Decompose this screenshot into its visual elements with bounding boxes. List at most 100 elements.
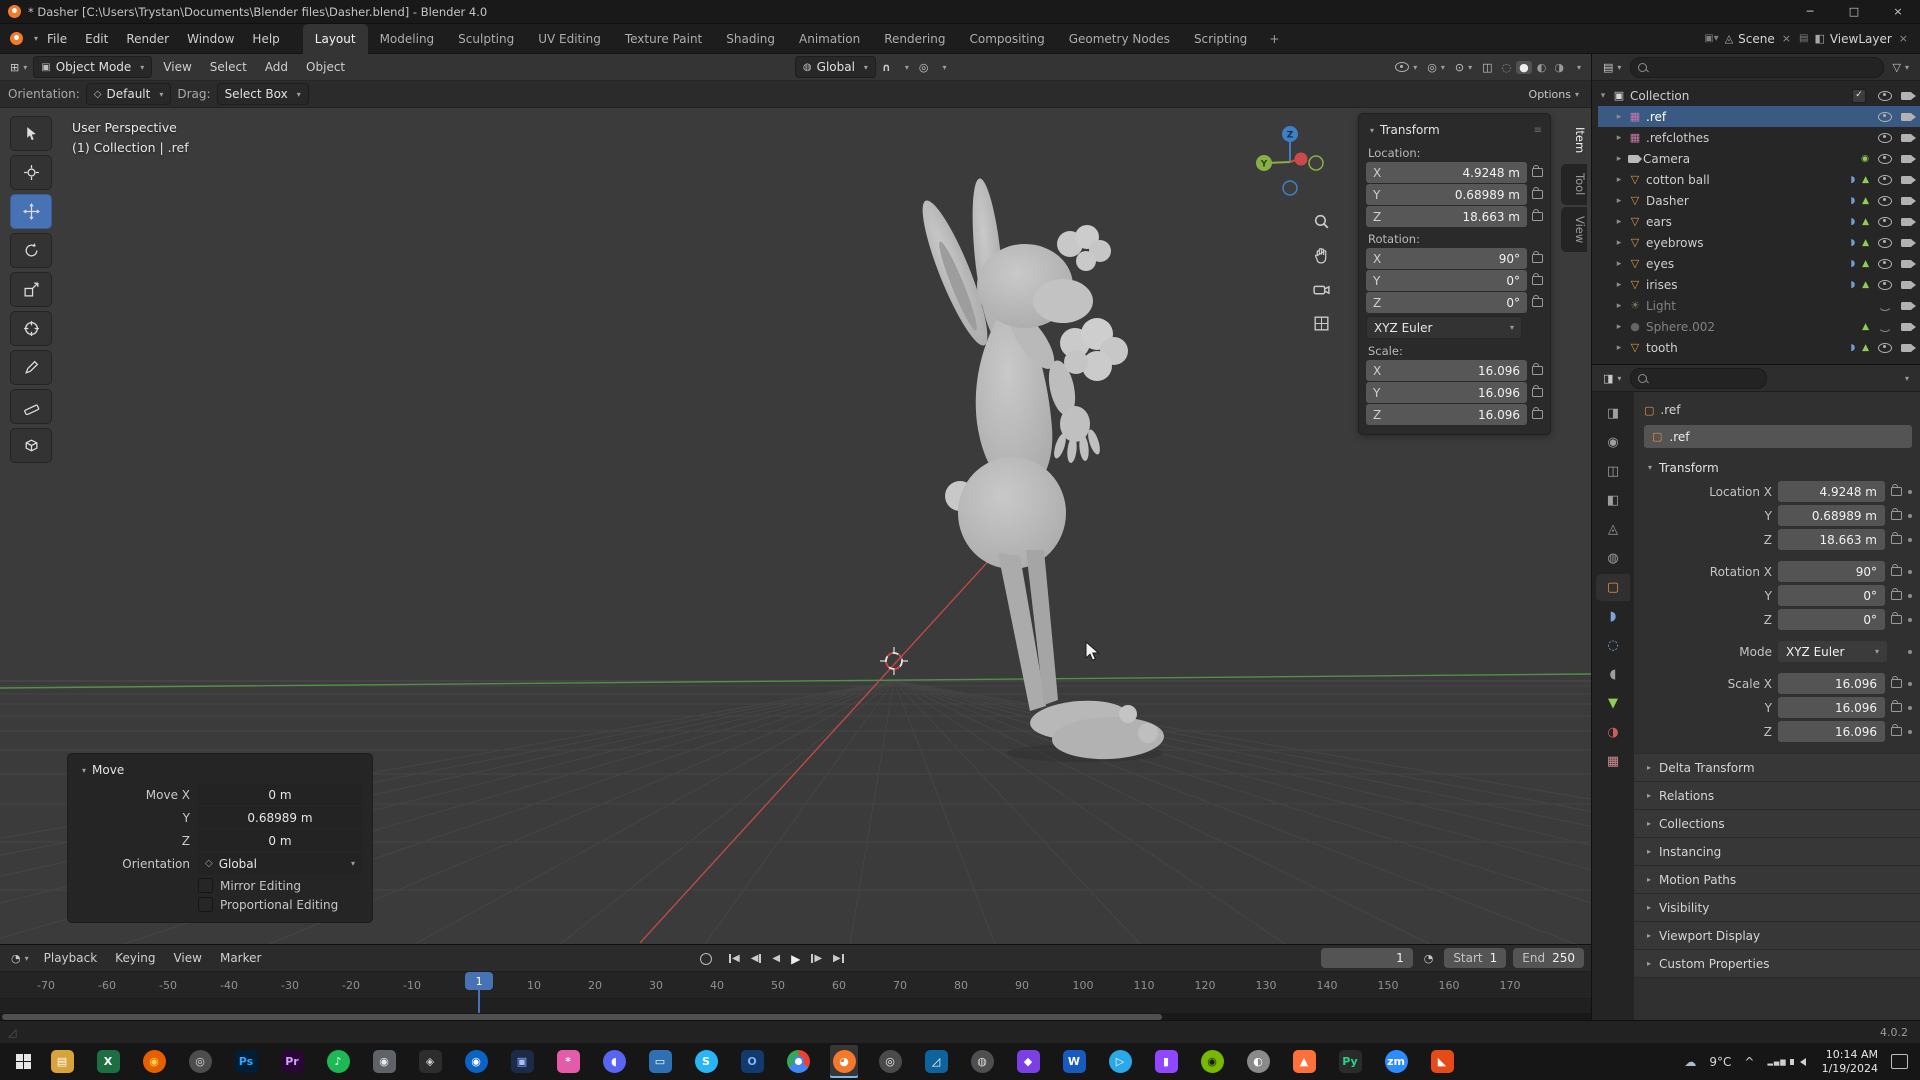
disable-render-toggle[interactable] xyxy=(1901,176,1912,184)
disable-render-toggle[interactable] xyxy=(1901,239,1912,247)
outliner-row-sphere-002[interactable]: ▸●Sphere.002▲ xyxy=(1598,316,1920,337)
annotate-tool[interactable] xyxy=(10,350,52,385)
field-scale-x[interactable]: X16.096 xyxy=(1366,360,1527,381)
disable-render-toggle[interactable] xyxy=(1901,197,1912,205)
mesh-data-icon[interactable]: ▲ xyxy=(1862,196,1869,206)
disclosure-icon[interactable]: ▸ xyxy=(1614,343,1624,353)
taskbar-app-outlook[interactable]: O xyxy=(738,1045,766,1078)
jump-to-end-button[interactable]: ▶ xyxy=(831,953,846,964)
modifier-icon[interactable]: ◗ xyxy=(1850,217,1855,227)
mesh-data-icon[interactable]: ▲ xyxy=(1862,175,1869,185)
timeline-menu-playback[interactable]: Playback xyxy=(35,943,107,973)
clock[interactable]: 10:14 AM 1/19/2024 xyxy=(1822,1048,1878,1076)
start-button[interactable] xyxy=(0,1043,46,1080)
measure-tool[interactable] xyxy=(10,389,52,424)
hide-viewport-toggle[interactable] xyxy=(1878,112,1892,122)
jump-to-start-button[interactable]: ◀ xyxy=(727,953,742,964)
workspace-tab-rendering[interactable]: Rendering xyxy=(872,24,957,54)
hide-viewport-toggle[interactable] xyxy=(1878,238,1892,248)
field-location-y[interactable]: Y0.68989 m xyxy=(1366,184,1527,205)
property-field-z[interactable]: 18.663 m xyxy=(1778,529,1885,550)
shading-dropdown[interactable]: ▾ xyxy=(1569,61,1585,74)
properties-tab-scene[interactable]: ◬ xyxy=(1596,516,1630,543)
section-delta-transform[interactable]: ▸Delta Transform xyxy=(1634,753,1920,782)
viewport-canvas[interactable]: User Perspective (1) Collection | .ref Z… xyxy=(0,108,1591,944)
sidebar-tab-item[interactable]: Item xyxy=(1561,118,1587,162)
operator-field-y[interactable]: 0.68989 m xyxy=(198,807,362,828)
taskbar-app-camera-app[interactable]: ◉ xyxy=(370,1045,398,1078)
playhead-frame-badge[interactable]: 1 xyxy=(465,972,493,990)
workspace-tab-geometry-nodes[interactable]: Geometry Nodes xyxy=(1057,24,1182,54)
animate-dot[interactable] xyxy=(1908,514,1912,518)
hide-viewport-toggle[interactable] xyxy=(1878,91,1892,101)
property-field-y[interactable]: 0.68989 m xyxy=(1778,505,1885,526)
filter-icon[interactable]: ▽▾ xyxy=(1889,59,1913,76)
outliner-search-input[interactable] xyxy=(1630,57,1883,78)
taskbar-app-excel[interactable]: X xyxy=(94,1045,122,1078)
outliner-row-irises[interactable]: ▸▽irises◗▲ xyxy=(1598,274,1920,295)
disable-render-toggle[interactable] xyxy=(1901,218,1912,226)
add-workspace-button[interactable]: + xyxy=(1259,24,1289,54)
workspace-tab-texture-paint[interactable]: Texture Paint xyxy=(613,24,714,54)
close-button[interactable]: × xyxy=(1876,0,1920,23)
property-field-scale-x[interactable]: 16.096 xyxy=(1778,673,1885,694)
outliner-row-ref[interactable]: ▸▦.ref xyxy=(1598,106,1920,127)
animate-dot[interactable] xyxy=(1908,706,1912,710)
animate-dot[interactable] xyxy=(1908,618,1912,622)
disclosure-icon[interactable]: ▸ xyxy=(1614,112,1624,122)
navigation-gizmo[interactable]: Z Y xyxy=(1250,118,1330,202)
properties-tab-physics[interactable]: ◌ xyxy=(1596,632,1630,659)
outliner-row-cotton-ball[interactable]: ▸▽cotton ball◗▲ xyxy=(1598,169,1920,190)
viewport-menu-view[interactable]: View xyxy=(154,52,200,82)
properties-tab-texture[interactable]: ▦ xyxy=(1596,748,1630,775)
end-frame-field[interactable]: End 250 xyxy=(1513,948,1584,968)
add-cube-tool[interactable] xyxy=(10,428,52,463)
weather-temp[interactable]: 9°C xyxy=(1709,1055,1731,1069)
field-scale-z[interactable]: Z16.096 xyxy=(1366,404,1527,425)
lock-icon[interactable] xyxy=(1891,591,1902,600)
gizmos-dropdown[interactable]: ◎▾ xyxy=(1423,59,1449,76)
field-scale-y[interactable]: Y16.096 xyxy=(1366,382,1527,403)
animate-dot[interactable] xyxy=(1908,682,1912,686)
browse-viewlayer-icon[interactable]: ▤ xyxy=(1799,33,1808,44)
menu-render[interactable]: Render xyxy=(117,32,178,46)
property-field-rotation-x[interactable]: 90° xyxy=(1778,561,1885,582)
mesh-data-icon[interactable]: ▲ xyxy=(1862,343,1869,353)
properties-tab-world[interactable]: ◍ xyxy=(1596,545,1630,572)
taskbar-app-jira[interactable]: ◣ xyxy=(1428,1045,1456,1078)
field-location-z[interactable]: Z18.663 m xyxy=(1366,206,1527,227)
taskbar-app-obs[interactable]: ◎ xyxy=(876,1045,904,1078)
rotate-tool[interactable] xyxy=(10,233,52,268)
disclosure-icon[interactable]: ▸ xyxy=(1614,322,1624,332)
lock-icon[interactable] xyxy=(1532,254,1543,263)
disclosure-icon[interactable]: ▸ xyxy=(1614,196,1624,206)
collapse-icon[interactable]: ▾ xyxy=(82,766,86,775)
rotation-mode-dropdown[interactable]: XYZ Euler▾ xyxy=(1366,316,1522,339)
property-field-y[interactable]: 16.096 xyxy=(1778,697,1885,718)
lock-icon[interactable] xyxy=(1891,703,1902,712)
property-field-z[interactable]: 16.096 xyxy=(1778,721,1885,742)
disclosure-icon[interactable]: ▸ xyxy=(1614,154,1624,164)
disable-render-toggle[interactable] xyxy=(1901,323,1912,331)
editor-corner-handle[interactable]: ◿ xyxy=(8,1026,16,1039)
field-location-x[interactable]: X4.9248 m xyxy=(1366,162,1527,183)
taskbar-app-settings[interactable]: ◍ xyxy=(968,1045,996,1078)
lock-icon[interactable] xyxy=(1532,212,1543,221)
properties-tab-object-data[interactable]: ▼ xyxy=(1596,690,1630,717)
lock-icon[interactable] xyxy=(1532,298,1543,307)
pan-hand-button[interactable] xyxy=(1306,240,1336,270)
checkbox-mirror-editing[interactable] xyxy=(198,878,213,893)
outliner-row-refclothes[interactable]: ▸▦.refclothes xyxy=(1598,127,1920,148)
section-collections[interactable]: ▸Collections xyxy=(1634,810,1920,838)
move-tool[interactable] xyxy=(10,194,52,229)
taskbar-app-spotify[interactable]: ♪ xyxy=(324,1045,352,1078)
outliner-editor-type-selector[interactable]: ▤▾ xyxy=(1599,59,1625,76)
taskbar-app-pycharm[interactable]: Py xyxy=(1336,1045,1364,1078)
workspace-tab-uv-editing[interactable]: UV Editing xyxy=(526,24,613,54)
orientation-setting-dropdown[interactable]: ◇ Default ▾ xyxy=(86,83,172,105)
taskbar-app-telegram[interactable]: ▷ xyxy=(1106,1045,1134,1078)
visibility-dropdown[interactable]: ▾ xyxy=(1391,60,1421,74)
taskbar-app-photoshop[interactable]: Ps xyxy=(232,1045,260,1078)
disable-render-toggle[interactable] xyxy=(1901,92,1912,100)
menu-edit[interactable]: Edit xyxy=(76,32,117,46)
